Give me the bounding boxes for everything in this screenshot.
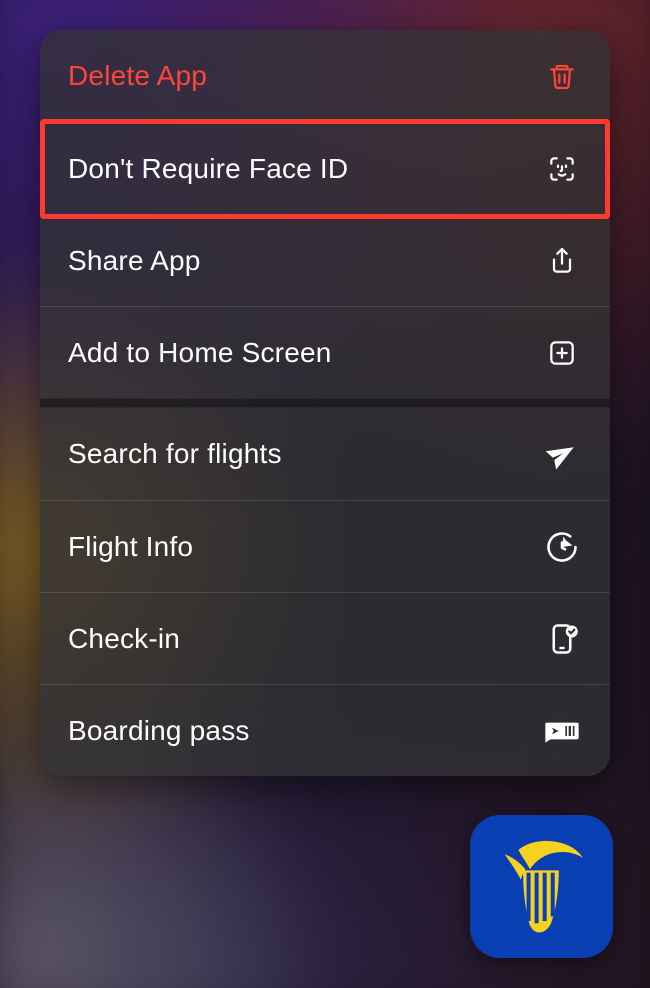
menu-item-label: Share App [68,245,201,277]
boarding-pass-icon [542,711,582,751]
menu-item-label: Search for flights [68,438,282,470]
menu-item-label: Flight Info [68,531,193,563]
flight-clock-icon [542,527,582,567]
search-flights-button[interactable]: Search for flights [40,408,610,500]
menu-item-label: Check-in [68,623,180,655]
airplane-icon [542,434,582,474]
menu-section-divider [40,398,610,408]
share-app-button[interactable]: Share App [40,214,610,306]
delete-app-button[interactable]: Delete App [40,30,610,122]
boarding-pass-button[interactable]: Boarding pass [40,684,610,776]
menu-item-label: Delete App [68,60,207,92]
add-to-home-screen-button[interactable]: Add to Home Screen [40,306,610,398]
ryanair-app-icon[interactable] [470,815,613,958]
dont-require-faceid-button[interactable]: Don't Require Face ID [40,122,610,214]
check-in-button[interactable]: Check-in [40,592,610,684]
menu-item-label: Boarding pass [68,715,250,747]
phone-check-icon [542,619,582,659]
menu-item-label: Don't Require Face ID [68,153,348,185]
menu-item-label: Add to Home Screen [68,337,332,369]
share-icon [542,241,582,281]
flight-info-button[interactable]: Flight Info [40,500,610,592]
context-menu: Delete App Don't Require Face ID Share A… [40,30,610,776]
trash-icon [542,56,582,96]
ryanair-harp-logo-icon [484,829,599,944]
faceid-icon [542,149,582,189]
plus-square-icon [542,333,582,373]
